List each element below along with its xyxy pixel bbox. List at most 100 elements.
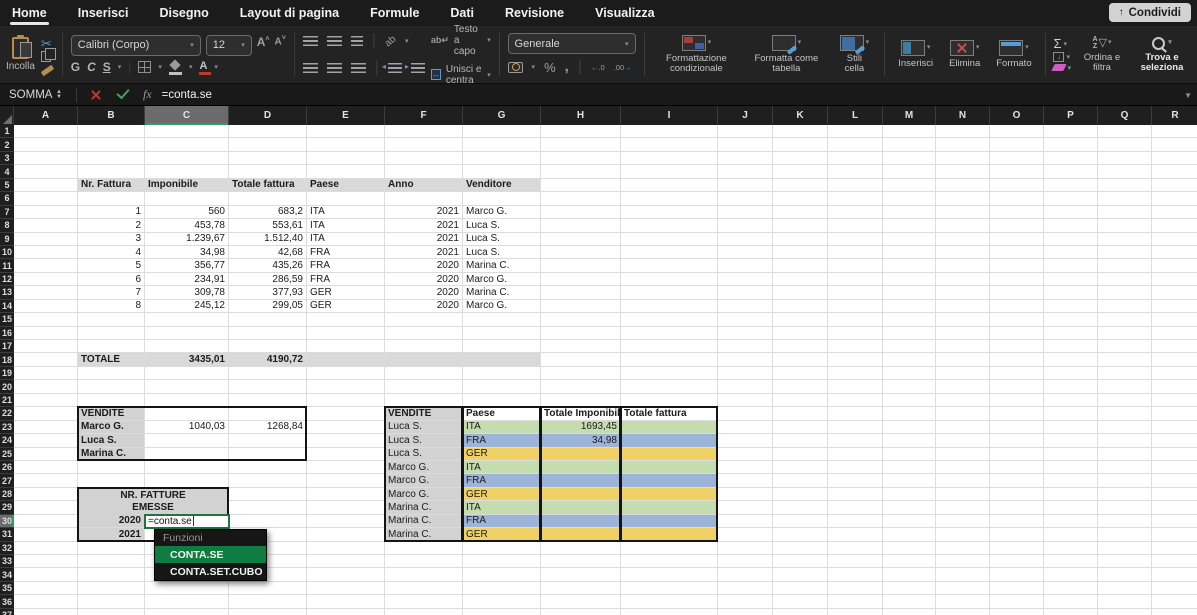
cell-E35[interactable] bbox=[307, 582, 385, 595]
cell-R22[interactable] bbox=[1152, 407, 1197, 420]
cell-B29[interactable] bbox=[78, 501, 145, 514]
cell-Q11[interactable] bbox=[1098, 259, 1152, 272]
cell-L11[interactable] bbox=[828, 259, 883, 272]
cell-I25[interactable] bbox=[621, 448, 718, 461]
cell-J5[interactable] bbox=[718, 179, 773, 192]
cell-A10[interactable] bbox=[14, 246, 78, 259]
cell-F23[interactable]: Luca S. bbox=[385, 421, 463, 434]
cell-Q5[interactable] bbox=[1098, 179, 1152, 192]
row-header-27[interactable]: 27 bbox=[0, 474, 14, 487]
cell-Q4[interactable] bbox=[1098, 165, 1152, 178]
cell-C3[interactable] bbox=[145, 152, 229, 165]
cell-J29[interactable] bbox=[718, 501, 773, 514]
cell-Q36[interactable] bbox=[1098, 595, 1152, 608]
cell-G18[interactable] bbox=[463, 353, 541, 366]
cell-N34[interactable] bbox=[936, 568, 990, 581]
cell-N2[interactable] bbox=[936, 138, 990, 151]
cell-N28[interactable] bbox=[936, 488, 990, 501]
cell-J19[interactable] bbox=[718, 367, 773, 380]
bold-button[interactable]: G bbox=[71, 60, 80, 74]
cell-H10[interactable] bbox=[541, 246, 621, 259]
cell-J37[interactable] bbox=[718, 609, 773, 615]
cell-F32[interactable] bbox=[385, 542, 463, 555]
cell-J3[interactable] bbox=[718, 152, 773, 165]
row-header-32[interactable]: 32 bbox=[0, 542, 14, 555]
cell-G32[interactable] bbox=[463, 542, 541, 555]
cell-N24[interactable] bbox=[936, 434, 990, 447]
cell-K4[interactable] bbox=[773, 165, 828, 178]
cell-K6[interactable] bbox=[773, 192, 828, 205]
cell-C19[interactable] bbox=[145, 367, 229, 380]
select-all-corner[interactable] bbox=[0, 106, 14, 125]
cell-C6[interactable] bbox=[145, 192, 229, 205]
cell-L5[interactable] bbox=[828, 179, 883, 192]
cell-D2[interactable] bbox=[229, 138, 307, 151]
cell-R25[interactable] bbox=[1152, 448, 1197, 461]
cell-B3[interactable] bbox=[78, 152, 145, 165]
row-header-3[interactable]: 3 bbox=[0, 152, 14, 165]
cell-F16[interactable] bbox=[385, 327, 463, 340]
cell-L3[interactable] bbox=[828, 152, 883, 165]
cell-C7[interactable]: 560 bbox=[145, 206, 229, 219]
cell-R35[interactable] bbox=[1152, 582, 1197, 595]
cell-G33[interactable] bbox=[463, 555, 541, 568]
delete-cells-button[interactable]: ▾ Elimina bbox=[944, 40, 985, 69]
cell-B27[interactable] bbox=[78, 474, 145, 487]
cell-I33[interactable] bbox=[621, 555, 718, 568]
cell-O9[interactable] bbox=[990, 233, 1044, 246]
cell-C5[interactable]: Imponibile bbox=[145, 179, 229, 192]
cell-J4[interactable] bbox=[718, 165, 773, 178]
cell-G12[interactable]: Marco G. bbox=[463, 273, 541, 286]
cell-N20[interactable] bbox=[936, 380, 990, 393]
cell-D16[interactable] bbox=[229, 327, 307, 340]
cell-Q33[interactable] bbox=[1098, 555, 1152, 568]
cell-C11[interactable]: 356,77 bbox=[145, 259, 229, 272]
cell-G30[interactable]: FRA bbox=[463, 515, 541, 528]
column-header-R[interactable]: R bbox=[1152, 106, 1197, 125]
cell-L25[interactable] bbox=[828, 448, 883, 461]
cell-R20[interactable] bbox=[1152, 380, 1197, 393]
cell-L1[interactable] bbox=[828, 125, 883, 138]
cell-Q6[interactable] bbox=[1098, 192, 1152, 205]
cell-P28[interactable] bbox=[1044, 488, 1098, 501]
cell-O35[interactable] bbox=[990, 582, 1044, 595]
cell-O24[interactable] bbox=[990, 434, 1044, 447]
cell-G6[interactable] bbox=[463, 192, 541, 205]
cell-A15[interactable] bbox=[14, 313, 78, 326]
cell-N6[interactable] bbox=[936, 192, 990, 205]
cell-D10[interactable]: 42,68 bbox=[229, 246, 307, 259]
cell-Q10[interactable] bbox=[1098, 246, 1152, 259]
cell-I36[interactable] bbox=[621, 595, 718, 608]
cell-C13[interactable]: 309,78 bbox=[145, 286, 229, 299]
cell-K19[interactable] bbox=[773, 367, 828, 380]
cell-I35[interactable] bbox=[621, 582, 718, 595]
format-cells-button[interactable]: ▾ Formato bbox=[991, 40, 1036, 69]
row-header-8[interactable]: 8 bbox=[0, 219, 14, 232]
column-header-F[interactable]: F bbox=[385, 106, 463, 125]
formula-bar-expand-icon[interactable]: ▼ bbox=[1184, 91, 1192, 100]
cell-C9[interactable]: 1.239,67 bbox=[145, 233, 229, 246]
cell-A21[interactable] bbox=[14, 394, 78, 407]
cell-D11[interactable]: 435,26 bbox=[229, 259, 307, 272]
cell-A37[interactable] bbox=[14, 609, 78, 615]
cell-G1[interactable] bbox=[463, 125, 541, 138]
cell-A22[interactable] bbox=[14, 407, 78, 420]
cell-N10[interactable] bbox=[936, 246, 990, 259]
cell-P10[interactable] bbox=[1044, 246, 1098, 259]
cell-F31[interactable]: Marina C. bbox=[385, 528, 463, 541]
cell-B31[interactable]: 2021 bbox=[78, 528, 145, 541]
cell-P1[interactable] bbox=[1044, 125, 1098, 138]
cell-J22[interactable] bbox=[718, 407, 773, 420]
cell-M18[interactable] bbox=[883, 353, 936, 366]
cell-F14[interactable]: 2020 bbox=[385, 300, 463, 313]
cell-B37[interactable] bbox=[78, 609, 145, 615]
cell-L19[interactable] bbox=[828, 367, 883, 380]
cell-P14[interactable] bbox=[1044, 300, 1098, 313]
cell-M34[interactable] bbox=[883, 568, 936, 581]
cell-J11[interactable] bbox=[718, 259, 773, 272]
cell-A13[interactable] bbox=[14, 286, 78, 299]
cell-D20[interactable] bbox=[229, 380, 307, 393]
cell-C37[interactable] bbox=[145, 609, 229, 615]
share-button[interactable]: ↑ Condividi bbox=[1109, 3, 1191, 22]
cell-Q2[interactable] bbox=[1098, 138, 1152, 151]
